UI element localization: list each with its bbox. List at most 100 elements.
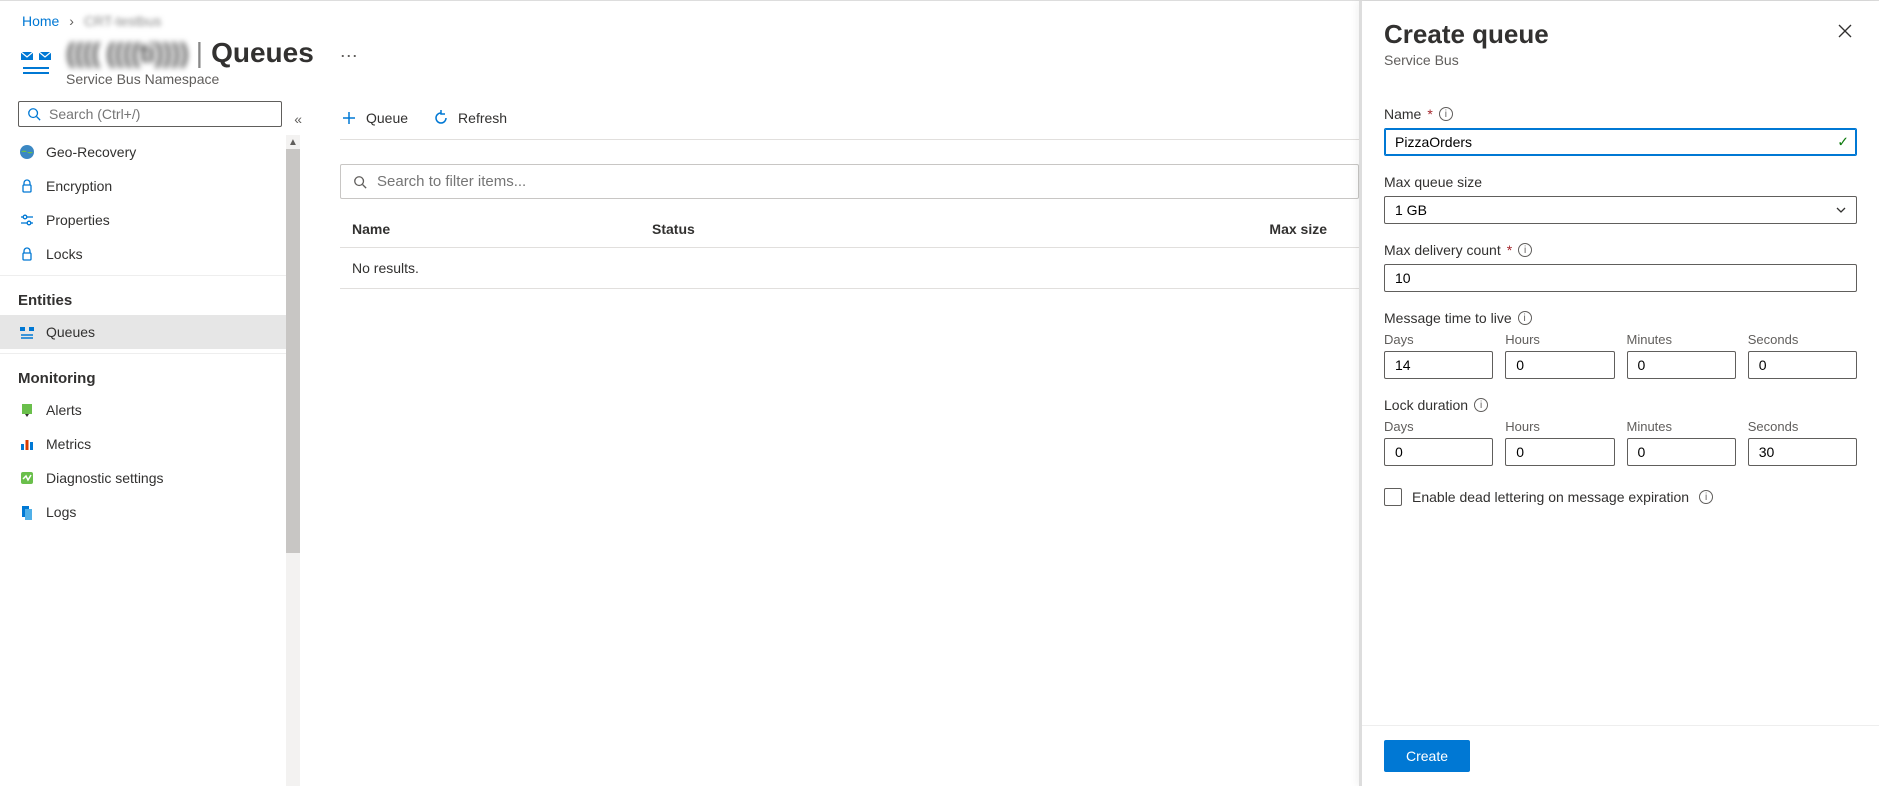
- ttl-hours-input[interactable]: [1505, 351, 1614, 379]
- create-button[interactable]: Create: [1384, 740, 1470, 772]
- lock-label: Lock duration i: [1384, 397, 1857, 413]
- add-queue-button[interactable]: Queue: [340, 109, 408, 127]
- ttl-days-input[interactable]: [1384, 351, 1493, 379]
- info-icon[interactable]: i: [1699, 490, 1713, 504]
- toolbar-btn-label: Queue: [366, 110, 408, 126]
- lock-seconds-input[interactable]: [1748, 438, 1857, 466]
- dead-letter-row[interactable]: Enable dead lettering on message expirat…: [1384, 488, 1857, 506]
- toolbar: Queue Refresh: [340, 97, 1359, 139]
- collapse-sidebar-icon[interactable]: «: [290, 107, 306, 131]
- refresh-icon: [432, 109, 450, 127]
- logs-icon: [18, 503, 36, 521]
- lock-days-input[interactable]: [1384, 438, 1493, 466]
- sidebar-item-label: Geo-Recovery: [46, 144, 136, 160]
- main-content: Queue Refresh: [300, 97, 1359, 786]
- info-icon[interactable]: i: [1439, 107, 1453, 121]
- toolbar-btn-label: Refresh: [458, 110, 507, 126]
- col-name[interactable]: Name: [352, 221, 652, 237]
- globe-icon: [18, 143, 36, 161]
- sidebar-item-logs[interactable]: Logs: [0, 495, 300, 529]
- sidebar-item-label: Locks: [46, 246, 83, 262]
- info-icon[interactable]: i: [1518, 311, 1532, 325]
- table-empty-row: No results.: [340, 248, 1359, 289]
- dead-letter-label: Enable dead lettering on message expirat…: [1412, 489, 1689, 505]
- lock-minutes-label: Minutes: [1627, 419, 1736, 434]
- ttl-minutes-input[interactable]: [1627, 351, 1736, 379]
- resource-subtype: Service Bus Namespace: [66, 71, 364, 87]
- more-icon[interactable]: ⋯: [334, 46, 364, 67]
- panel-subtitle: Service Bus: [1384, 52, 1549, 68]
- sidebar-item-label: Logs: [46, 504, 76, 520]
- panel-title: Create queue: [1384, 19, 1549, 50]
- scrollbar-track[interactable]: ▲: [286, 135, 300, 786]
- refresh-button[interactable]: Refresh: [432, 109, 507, 127]
- resource-header: (((( ((((ti)))) | Queues ⋯ Service Bus N…: [0, 37, 1359, 97]
- queue-icon: [18, 323, 36, 341]
- plus-icon: [340, 109, 358, 127]
- max-size-label: Max queue size: [1384, 174, 1857, 190]
- delivery-input[interactable]: [1384, 264, 1857, 292]
- metrics-icon: [18, 435, 36, 453]
- sidebar-item-diagnostic[interactable]: Diagnostic settings: [0, 461, 300, 495]
- col-max[interactable]: Max size: [952, 221, 1347, 237]
- ttl-minutes-label: Minutes: [1627, 332, 1736, 347]
- service-bus-icon: [18, 44, 54, 80]
- sidebar-item-encryption[interactable]: Encryption: [0, 169, 300, 203]
- ttl-hours-label: Hours: [1505, 332, 1614, 347]
- breadcrumb-home[interactable]: Home: [22, 13, 59, 29]
- lock-icon: [18, 177, 36, 195]
- name-label: Name* i: [1384, 106, 1857, 122]
- filter-input[interactable]: [377, 173, 1346, 190]
- sidebar-item-queues[interactable]: Queues: [0, 315, 300, 349]
- breadcrumb-current[interactable]: CRT-testbus: [84, 13, 162, 29]
- sidebar-item-locks[interactable]: Locks: [0, 237, 300, 271]
- lock-hours-label: Hours: [1505, 419, 1614, 434]
- search-icon: [353, 175, 367, 189]
- sidebar: « Geo-Recovery Encryption: [0, 97, 300, 786]
- settings-icon: [18, 211, 36, 229]
- sidebar-item-alerts[interactable]: Alerts: [0, 393, 300, 427]
- name-input[interactable]: [1384, 128, 1857, 156]
- sidebar-item-properties[interactable]: Properties: [0, 203, 300, 237]
- sidebar-group-entities: Entities: [0, 275, 300, 315]
- ttl-seconds-label: Seconds: [1748, 332, 1857, 347]
- max-size-select[interactable]: [1384, 196, 1857, 224]
- scroll-up-icon[interactable]: ▲: [286, 135, 300, 149]
- lock-days-label: Days: [1384, 419, 1493, 434]
- ttl-days-label: Days: [1384, 332, 1493, 347]
- sidebar-item-label: Properties: [46, 212, 110, 228]
- check-icon: ✓: [1837, 134, 1849, 151]
- page-title: Queues: [211, 37, 314, 69]
- col-status[interactable]: Status: [652, 221, 952, 237]
- ttl-seconds-input[interactable]: [1748, 351, 1857, 379]
- delivery-label: Max delivery count* i: [1384, 242, 1857, 258]
- sidebar-group-monitoring: Monitoring: [0, 353, 300, 393]
- lock-minutes-input[interactable]: [1627, 438, 1736, 466]
- diag-icon: [18, 469, 36, 487]
- resource-name: (((( ((((ti)))): [66, 37, 188, 69]
- breadcrumb: Home › CRT-testbus: [0, 1, 1359, 37]
- lock-hours-input[interactable]: [1505, 438, 1614, 466]
- lock-icon: [18, 245, 36, 263]
- sidebar-item-label: Encryption: [46, 178, 112, 194]
- table-empty-text: No results.: [352, 260, 419, 276]
- ttl-label: Message time to live i: [1384, 310, 1857, 326]
- info-icon[interactable]: i: [1474, 398, 1488, 412]
- scrollbar-thumb[interactable]: [286, 149, 300, 553]
- search-input[interactable]: [49, 106, 273, 122]
- sidebar-item-label: Alerts: [46, 402, 82, 418]
- info-icon[interactable]: i: [1518, 243, 1532, 257]
- alert-icon: [18, 401, 36, 419]
- filter-search[interactable]: [340, 164, 1359, 199]
- chevron-right-icon: ›: [69, 13, 74, 29]
- sidebar-search[interactable]: [18, 101, 282, 127]
- lock-seconds-label: Seconds: [1748, 419, 1857, 434]
- table-header: Name Status Max size: [340, 211, 1359, 248]
- close-icon[interactable]: [1833, 19, 1857, 43]
- sidebar-item-label: Metrics: [46, 436, 91, 452]
- sidebar-item-geo-recovery[interactable]: Geo-Recovery: [0, 135, 300, 169]
- pipe-separator: |: [196, 37, 203, 69]
- dead-letter-checkbox[interactable]: [1384, 488, 1402, 506]
- table-body: No results.: [340, 248, 1359, 289]
- sidebar-item-metrics[interactable]: Metrics: [0, 427, 300, 461]
